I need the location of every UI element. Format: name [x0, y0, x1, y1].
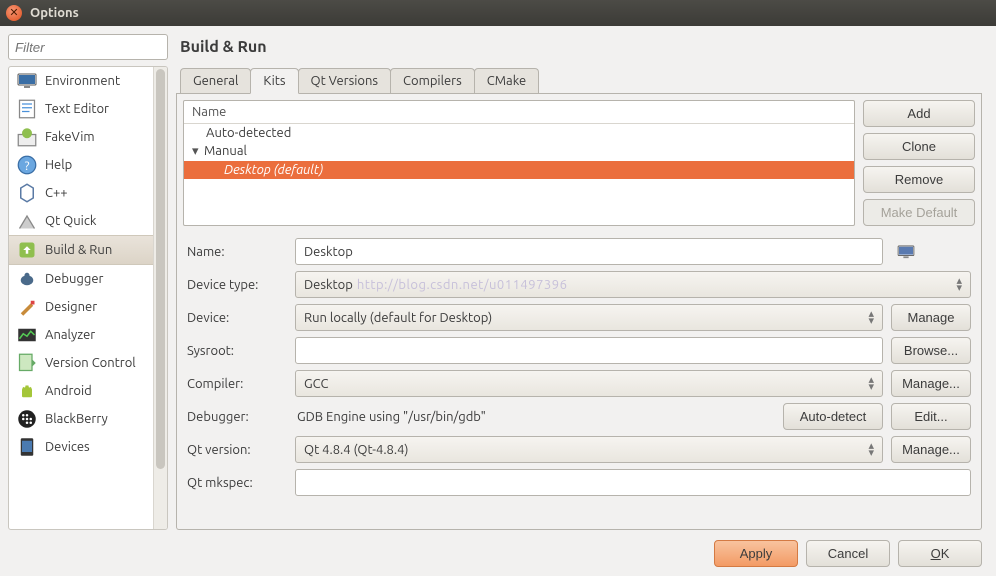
- sidebar-item-build-run[interactable]: Build & Run: [9, 235, 153, 265]
- sidebar-item-debugger[interactable]: Debugger: [9, 265, 153, 293]
- sidebar-item-fakevim[interactable]: FakeVim: [9, 123, 153, 151]
- sidebar-item-label: Version Control: [45, 356, 136, 370]
- debugger-edit-button[interactable]: Edit...: [891, 403, 971, 430]
- compiler-combo[interactable]: GCC ▴▾: [295, 370, 883, 397]
- cpp-icon: [17, 185, 37, 201]
- close-icon[interactable]: ✕: [6, 5, 22, 21]
- sidebar: Environment Text Editor FakeVim ? Help C…: [8, 34, 168, 530]
- svg-text:?: ?: [25, 159, 30, 173]
- sidebar-item-label: Qt Quick: [45, 214, 96, 228]
- sidebar-item-label: Environment: [45, 74, 120, 88]
- combo-arrows-icon: ▴▾: [868, 443, 874, 457]
- device-icon: [17, 439, 37, 455]
- watermark-text: http://blog.csdn.net/u011497396: [357, 278, 568, 292]
- qtquick-icon: [17, 213, 37, 229]
- qt-mkspec-input[interactable]: [295, 469, 971, 496]
- tab-kits[interactable]: Kits: [250, 68, 298, 94]
- sidebar-item-label: Devices: [45, 440, 90, 454]
- sidebar-item-qtquick[interactable]: Qt Quick: [9, 207, 153, 235]
- tree-header-name[interactable]: Name: [184, 101, 854, 124]
- compiler-label: Compiler:: [187, 377, 287, 391]
- name-input[interactable]: Desktop: [295, 238, 883, 265]
- tab-general[interactable]: General: [180, 68, 251, 93]
- tab-compilers[interactable]: Compilers: [390, 68, 475, 93]
- combo-arrows-icon: ▴▾: [868, 377, 874, 391]
- device-combo[interactable]: Run locally (default for Desktop) ▴▾: [295, 304, 883, 331]
- analyzer-icon: [17, 327, 37, 343]
- sidebar-item-text-editor[interactable]: Text Editor: [9, 95, 153, 123]
- page-title: Build & Run: [180, 38, 982, 56]
- window-title: Options: [30, 6, 79, 20]
- sidebar-item-android[interactable]: Android: [9, 377, 153, 405]
- help-icon: ?: [17, 157, 37, 173]
- nav-list: Environment Text Editor FakeVim ? Help C…: [9, 67, 153, 529]
- sysroot-browse-button[interactable]: Browse...: [891, 337, 971, 364]
- filter-input[interactable]: [8, 34, 168, 60]
- compiler-manage-button[interactable]: Manage...: [891, 370, 971, 397]
- qt-version-combo[interactable]: Qt 4.8.4 (Qt-4.8.4) ▴▾: [295, 436, 883, 463]
- sidebar-item-label: C++: [45, 186, 68, 200]
- sidebar-item-devices[interactable]: Devices: [9, 433, 153, 461]
- sidebar-item-label: Designer: [45, 300, 97, 314]
- blackberry-icon: [17, 411, 37, 427]
- sidebar-item-label: Help: [45, 158, 72, 172]
- add-button[interactable]: Add: [863, 100, 975, 127]
- hammer-icon: [17, 242, 37, 258]
- vcs-icon: [17, 355, 37, 371]
- brush-icon: [17, 299, 37, 315]
- sysroot-label: Sysroot:: [187, 344, 287, 358]
- combo-arrows-icon: ▴▾: [868, 311, 874, 325]
- qt-mkspec-label: Qt mkspec:: [187, 476, 287, 490]
- make-default-button[interactable]: Make Default: [863, 199, 975, 226]
- sidebar-item-label: Android: [45, 384, 92, 398]
- fakevim-icon: [17, 129, 37, 145]
- monitor-icon: [17, 73, 37, 89]
- tree-group-auto-detected[interactable]: Auto-detected: [184, 124, 854, 142]
- device-type-combo[interactable]: Desktophttp://blog.csdn.net/u011497396 ▴…: [295, 271, 971, 298]
- sidebar-item-analyzer[interactable]: Analyzer: [9, 321, 153, 349]
- sidebar-item-cpp[interactable]: C++: [9, 179, 153, 207]
- debugger-autodetect-button[interactable]: Auto-detect: [783, 403, 883, 430]
- device-type-label: Device type:: [187, 278, 287, 292]
- clone-button[interactable]: Clone: [863, 133, 975, 160]
- qt-version-label: Qt version:: [187, 443, 287, 457]
- tab-qt-versions[interactable]: Qt Versions: [298, 68, 392, 93]
- device-manage-button[interactable]: Manage: [891, 304, 971, 331]
- sidebar-item-label: Text Editor: [45, 102, 109, 116]
- ok-button[interactable]: OOKK: [898, 540, 982, 567]
- document-icon: [17, 101, 37, 117]
- sidebar-item-blackberry[interactable]: BlackBerry: [9, 405, 153, 433]
- sidebar-item-help[interactable]: ? Help: [9, 151, 153, 179]
- name-label: Name:: [187, 245, 287, 259]
- tree-group-manual[interactable]: Manual: [184, 142, 854, 161]
- sidebar-item-designer[interactable]: Designer: [9, 293, 153, 321]
- debugger-value: GDB Engine using "/usr/bin/gdb": [295, 410, 775, 424]
- kits-tree: Name Auto-detected Manual Desktop (defau…: [183, 100, 855, 226]
- sidebar-scrollbar[interactable]: [153, 67, 167, 529]
- sidebar-item-label: Analyzer: [45, 328, 95, 342]
- device-icon-button[interactable]: [891, 245, 921, 259]
- android-icon: [17, 383, 37, 399]
- apply-button[interactable]: Apply: [714, 540, 798, 567]
- combo-arrows-icon: ▴▾: [956, 278, 962, 292]
- sidebar-item-label: Debugger: [45, 272, 103, 286]
- debugger-label: Debugger:: [187, 410, 287, 424]
- bug-icon: [17, 271, 37, 287]
- tree-item-desktop-default[interactable]: Desktop (default): [184, 161, 854, 179]
- sidebar-item-label: Build & Run: [45, 243, 112, 257]
- qt-version-manage-button[interactable]: Manage...: [891, 436, 971, 463]
- tab-bar: General Kits Qt Versions Compilers CMake: [176, 68, 982, 94]
- sidebar-item-label: FakeVim: [45, 130, 95, 144]
- cancel-button[interactable]: Cancel: [806, 540, 890, 567]
- sidebar-item-version-control[interactable]: Version Control: [9, 349, 153, 377]
- titlebar: ✕ Options: [0, 0, 996, 26]
- dialog-footer: Apply Cancel OOKK: [0, 530, 996, 576]
- device-label: Device:: [187, 311, 287, 325]
- tab-cmake[interactable]: CMake: [474, 68, 539, 93]
- remove-button[interactable]: Remove: [863, 166, 975, 193]
- sidebar-item-environment[interactable]: Environment: [9, 67, 153, 95]
- sidebar-item-label: BlackBerry: [45, 412, 108, 426]
- sysroot-input[interactable]: [295, 337, 883, 364]
